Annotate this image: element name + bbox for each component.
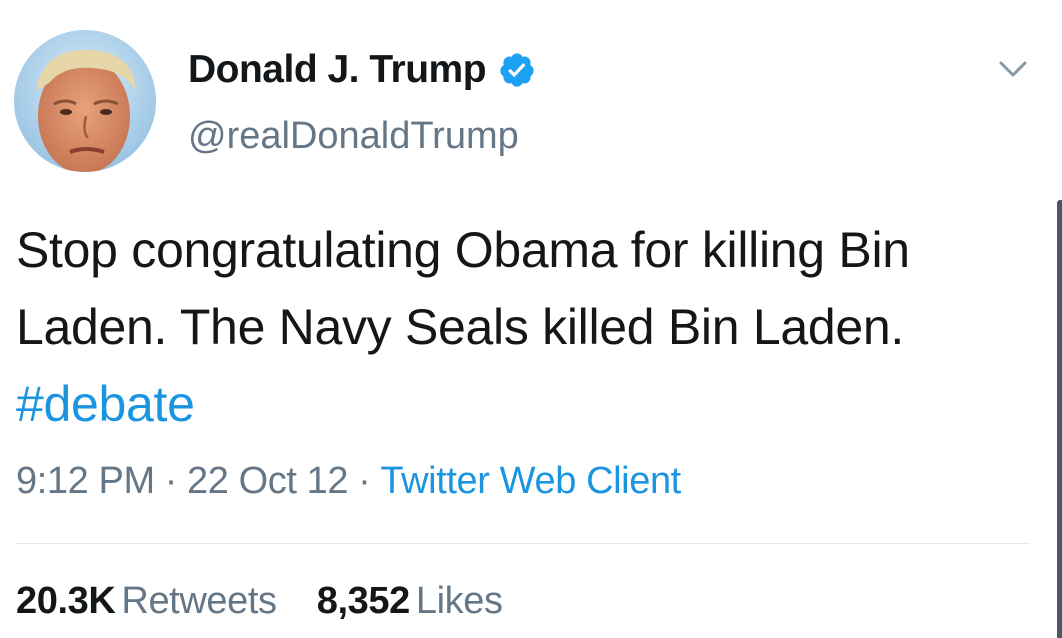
chevron-down-icon[interactable] <box>998 58 1028 80</box>
retweets-count: 20.3K <box>16 580 116 622</box>
display-name-text[interactable]: Donald J. Trump <box>188 48 487 92</box>
retweets-stat[interactable]: 20.3K Retweets <box>16 580 277 623</box>
divider <box>16 543 1030 544</box>
scrollbar[interactable] <box>1057 200 1062 638</box>
display-name[interactable]: Donald J. Trump <box>188 48 536 92</box>
likes-label: Likes <box>415 580 503 622</box>
user-handle[interactable]: @realDonaldTrump <box>188 115 519 158</box>
tweet-body: Stop congratulating Obama for killing Bi… <box>16 222 910 355</box>
verified-badge-icon <box>500 53 534 87</box>
likes-count: 8,352 <box>316 580 410 622</box>
avatar[interactable] <box>14 30 156 172</box>
retweets-label: Retweets <box>121 580 277 622</box>
tweet-time[interactable]: 9:12 PM <box>16 460 155 502</box>
tweet-source-link[interactable]: Twitter Web Client <box>380 460 681 502</box>
likes-stat[interactable]: 8,352 Likes <box>317 580 503 623</box>
tweet-meta: 9:12 PM · 22 Oct 12 · Twitter Web Client <box>16 460 681 503</box>
hashtag-link[interactable]: #debate <box>16 376 195 432</box>
tweet-stats: 20.3K Retweets 8,352 Likes <box>16 580 533 623</box>
tweet-date[interactable]: 22 Oct 12 <box>187 460 349 502</box>
meta-separator: · <box>358 460 371 502</box>
meta-separator: · <box>164 460 178 502</box>
tweet-text: Stop congratulating Obama for killing Bi… <box>16 212 1046 443</box>
tweet-card: Donald J. Trump @realDonaldTrump Stop co… <box>0 0 1062 638</box>
